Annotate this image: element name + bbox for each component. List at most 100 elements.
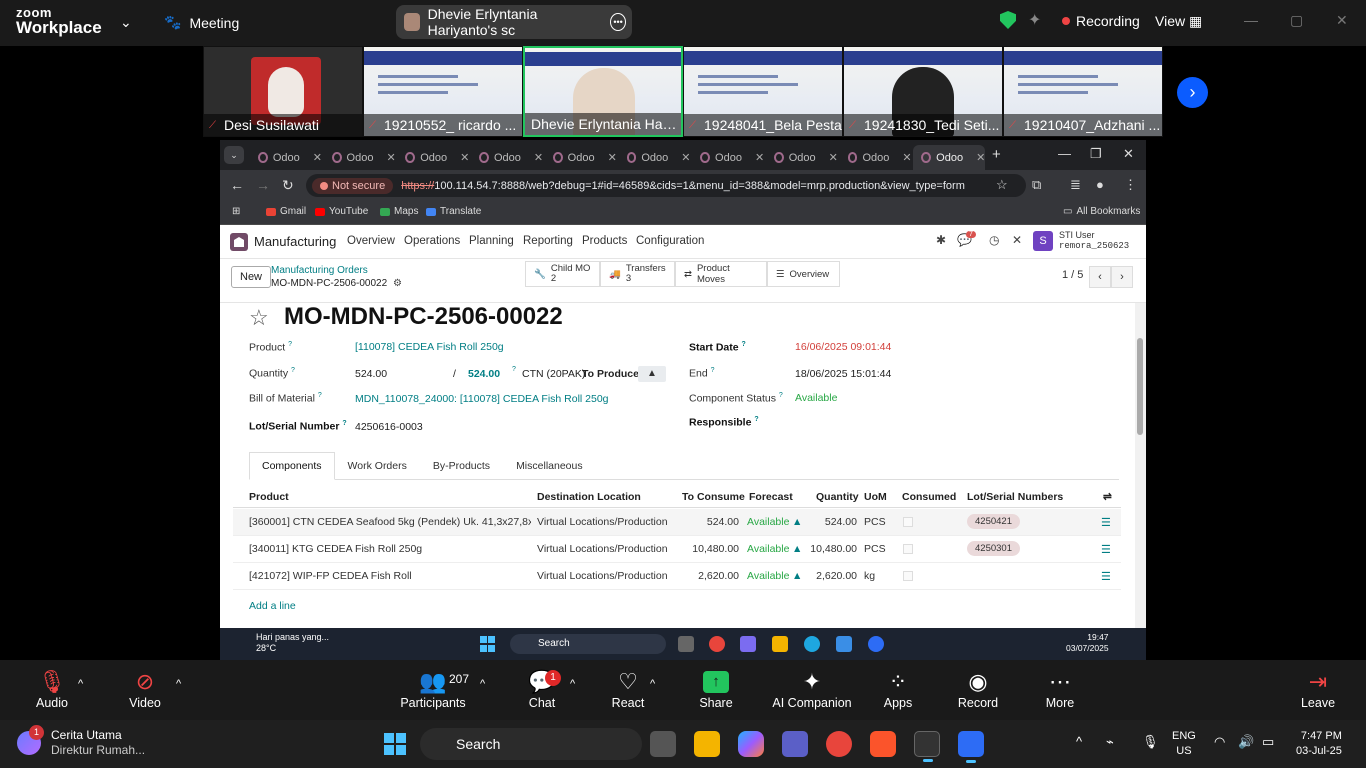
profile-icon[interactable]: ● [1096,177,1104,192]
share-button[interactable]: ↑ Share [696,668,736,710]
col-lots[interactable]: Lot/Serial Numbers [967,491,1063,503]
close-tab-icon[interactable]: ✕ [829,151,838,164]
lot-tag[interactable]: 4250421 [967,514,1020,529]
lot-field[interactable]: 4250616-0003 [355,421,423,433]
minimize-icon[interactable]: — [1058,146,1071,161]
video-tile[interactable]: ⟋ 19210407_Adzhani ... [1003,46,1163,137]
transfers-button[interactable]: 🚚 Transfers 3 [600,261,675,287]
quantity-field[interactable]: 524.00 [355,368,387,380]
taskbar-search[interactable]: Search [510,634,666,654]
weather-widget[interactable]: Hari panas yang... 28°C [236,632,329,654]
apps-grid-icon[interactable]: ⊞ [232,206,240,217]
menu-operations[interactable]: Operations [404,235,460,247]
chrome-icon[interactable] [709,636,725,652]
tab-by-products[interactable]: By-Products [420,452,503,479]
overview-button[interactable]: ☰ Overview [767,261,840,287]
user-menu[interactable]: STI User remora_250623 [1059,230,1129,252]
bug-icon[interactable]: ✱ [936,233,946,247]
next-page-arrow-icon[interactable]: › [1177,77,1208,108]
start-date-field[interactable]: 16/06/2025 09:01:44 [795,341,891,353]
browser-tab[interactable]: Odoo ✕ [692,145,764,170]
product-field[interactable]: [110078] CEDEA Fish Roll 250g [355,341,504,353]
leave-button[interactable]: ⇥ Leave [1298,668,1338,710]
row-product[interactable]: [421072] WIP-FP CEDEA Fish Roll [249,570,531,582]
col-consumed[interactable]: Consumed [902,491,956,503]
all-bookmarks[interactable]: ▭ All Bookmarks [1063,206,1140,217]
tab-work-orders[interactable]: Work Orders [335,452,420,479]
task-view-icon[interactable] [650,731,676,757]
tab-search-icon[interactable]: ⌄ [224,146,244,164]
minimize-icon[interactable]: — [1244,12,1258,28]
help-icon[interactable]: ? [291,367,295,374]
shield-icon[interactable] [1000,11,1016,29]
copilot-icon[interactable] [738,731,764,757]
taskbar-clock[interactable]: 7:47 PM 03-Jul-25 [1296,729,1342,759]
browser-tab[interactable]: Odoo ✕ [840,145,912,170]
more-button[interactable]: ⋯ More [1040,668,1080,710]
close-tab-icon[interactable]: ✕ [608,151,617,164]
table-row[interactable]: [421072] WIP-FP CEDEA Fish Roll Virtual … [233,563,1121,590]
maximize-icon[interactable]: ▢ [1290,12,1303,29]
uom-field[interactable]: CTN (20PAK) [522,368,585,380]
help-icon[interactable]: ? [742,341,746,348]
file-explorer-icon[interactable] [694,731,720,757]
browser-tab[interactable]: Odoo ✕ [913,145,986,170]
menu-reporting[interactable]: Reporting [523,235,573,247]
extensions-icon[interactable]: ⧉ [1032,177,1041,193]
col-product[interactable]: Product [249,491,289,503]
media-icon[interactable]: ≣ [1070,177,1081,193]
pager-value[interactable]: 1 / 5 [1062,269,1083,281]
close-tab-icon[interactable]: ✕ [681,151,690,164]
app-name[interactable]: Manufacturing [254,234,336,249]
close-tab-icon[interactable]: ✕ [976,151,985,164]
help-icon[interactable]: ? [754,416,758,423]
row-quantity[interactable]: 10,480.00 [797,543,857,555]
product-moves-button[interactable]: ⇄ Product Moves [675,261,767,287]
bookmark-gmail[interactable]: Gmail [266,206,306,217]
battery-icon[interactable]: ▭ [1262,734,1274,750]
windows-start-icon[interactable] [384,733,406,755]
detail-list-icon[interactable]: ☰ [1101,516,1111,529]
row-quantity[interactable]: 2,620.00 [797,570,857,582]
brave-icon[interactable] [870,731,896,757]
close-tab-icon[interactable]: ✕ [386,151,395,164]
edge-icon[interactable] [804,636,820,652]
teams-icon[interactable] [782,731,808,757]
video-tile[interactable]: ⟋ 19241830_Tedi Seti... [843,46,1003,137]
breadcrumb-parent[interactable]: Manufacturing Orders [271,265,368,276]
col-to-consume[interactable]: To Consume [682,491,745,503]
language-indicator[interactable]: ENG US [1172,729,1196,759]
add-line-link[interactable]: Add a line [249,600,296,612]
browser-tab[interactable]: Odoo ✕ [324,145,396,170]
menu-planning[interactable]: Planning [469,235,514,247]
area-chart-icon[interactable]: ▲ [638,366,666,382]
child-mo-button[interactable]: 🔧 Child MO 2 [525,261,600,287]
new-tab-icon[interactable]: + [992,146,1001,163]
audio-button[interactable]: 🎙 Audio [32,668,72,710]
meeting-menu[interactable]: 🐾 Meeting [164,14,239,31]
more-options-icon[interactable]: ••• [610,13,627,31]
network-error-icon[interactable]: ⌁ [1106,734,1114,750]
sparkle-icon[interactable]: ✦ [1028,10,1041,30]
bom-field[interactable]: MDN_110078_24000: [110078] CEDEA Fish Ro… [355,393,609,405]
col-destination[interactable]: Destination Location [537,491,641,503]
screen-share-pill[interactable]: Dhevie Erlyntania Hariyanto's sc ••• [396,5,632,39]
end-date-field[interactable]: 18/06/2025 15:01:44 [795,368,891,380]
view-button[interactable]: View ▦ [1155,13,1202,30]
copilot-icon[interactable] [740,636,756,652]
video-button[interactable]: ⊘ Video [124,668,166,710]
browser-tab[interactable]: Odoo ✕ [397,145,469,170]
not-secure-chip[interactable]: Not secure [312,177,394,194]
chevron-down-icon[interactable]: ⌄ [120,14,132,31]
new-button[interactable]: New [231,266,272,288]
user-avatar[interactable]: S [1033,231,1053,251]
tray-overflow-icon[interactable]: ^ [1076,734,1082,749]
browser-tab[interactable]: Odoo ✕ [471,145,543,170]
file-explorer-icon[interactable] [772,636,788,652]
close-icon[interactable]: ✕ [1336,12,1348,29]
forward-icon[interactable]: → [256,177,270,193]
zoom-app-icon[interactable] [868,636,884,652]
chrome-icon[interactable] [826,731,852,757]
video-tile[interactable]: ⟋ 19248041_Bela Pesta [683,46,843,137]
bookmark-maps[interactable]: Maps [380,206,418,217]
